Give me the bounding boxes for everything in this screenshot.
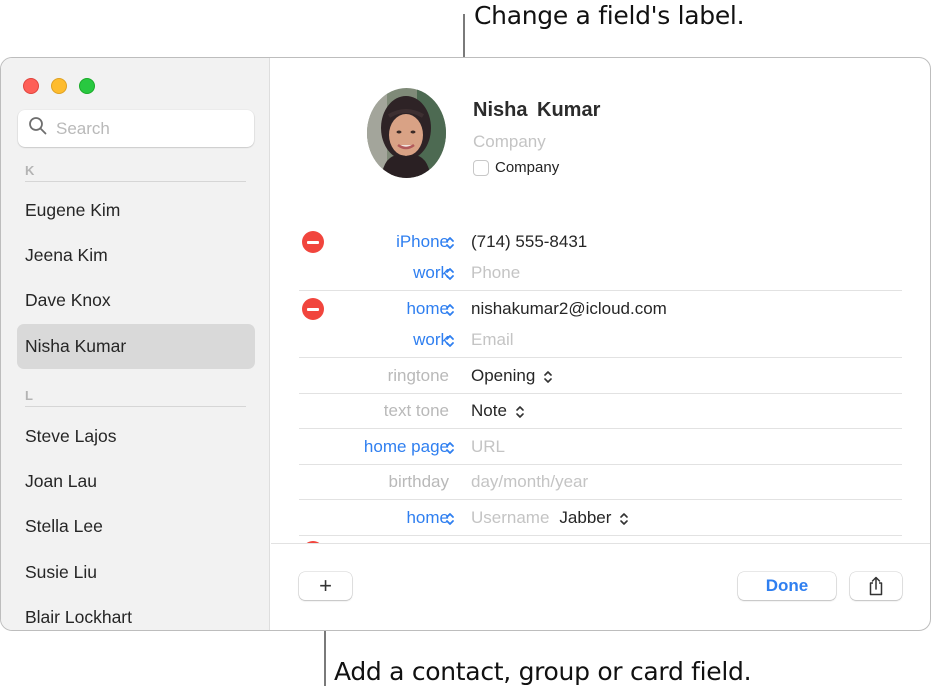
contact-list-item[interactable]: Susie Liu	[17, 550, 255, 595]
field-row-birthday: birthday day/month/year	[299, 466, 902, 499]
share-icon	[869, 576, 883, 596]
contact-card: Nisha Kumar Company Company iPhone (714)…	[271, 58, 930, 630]
callout-change-label: Change a field's label.	[474, 1, 745, 30]
contact-list-item[interactable]: Joan Lau	[17, 459, 255, 504]
divider	[299, 499, 902, 500]
username-input-row: Username Jabber	[471, 508, 629, 528]
divider	[299, 464, 902, 465]
search-field[interactable]	[18, 110, 254, 147]
contact-list-item[interactable]: Dave Knox	[17, 278, 255, 323]
chevron-updown-icon[interactable]	[445, 235, 455, 251]
company-checkbox-label: Company	[495, 159, 560, 176]
field-label-popup[interactable]: home	[406, 508, 449, 528]
callout-add-field: Add a contact, group or card field.	[334, 657, 752, 686]
divider	[299, 393, 902, 394]
company-checkbox-row[interactable]: Company	[473, 159, 559, 176]
field-label-popup[interactable]: home	[406, 299, 449, 319]
field-label-popup[interactable]: work	[413, 330, 449, 350]
share-button[interactable]	[850, 572, 902, 600]
chevron-updown-icon	[544, 370, 553, 383]
company-checkbox[interactable]	[473, 159, 489, 176]
phone-input[interactable]: Phone	[471, 263, 520, 283]
sidebar: K Eugene Kim Jeena Kim Dave Knox Nisha K…	[1, 58, 270, 630]
field-label-popup[interactable]: home page	[364, 437, 449, 457]
chevron-updown-icon[interactable]	[445, 333, 455, 349]
field-row-email: home nishakumar2@icloud.com	[299, 293, 902, 326]
ringtone-popup[interactable]: Opening	[471, 366, 553, 386]
company-field[interactable]: Company	[473, 132, 546, 152]
divider	[299, 535, 902, 536]
contact-name[interactable]: Nisha Kumar	[473, 99, 600, 122]
url-input[interactable]: URL	[471, 437, 505, 457]
chevron-updown-icon	[516, 405, 524, 418]
remove-field-button[interactable]	[302, 231, 324, 253]
search-input[interactable]	[56, 118, 246, 139]
username-input[interactable]: Username	[471, 508, 549, 527]
service-popup[interactable]: Jabber	[559, 508, 629, 527]
zoom-button[interactable]	[79, 78, 95, 94]
email-input[interactable]: Email	[471, 330, 514, 350]
email-value[interactable]: nishakumar2@icloud.com	[471, 299, 667, 319]
field-label: birthday	[388, 472, 449, 491]
done-button[interactable]: Done	[738, 572, 836, 600]
search-icon	[28, 116, 48, 141]
field-row-phone: iPhone (714) 555-8431	[299, 226, 902, 259]
phone-value[interactable]: (714) 555-8431	[471, 232, 587, 252]
footer-divider	[271, 543, 930, 544]
chevron-updown-icon[interactable]	[445, 266, 455, 282]
contacts-window: K Eugene Kim Jeena Kim Dave Knox Nisha K…	[0, 57, 931, 631]
field-row-url: home page URL	[299, 431, 902, 464]
chevron-updown-icon[interactable]	[445, 511, 455, 527]
field-row-instant-message: home Username Jabber	[299, 502, 902, 535]
chevron-updown-icon[interactable]	[445, 440, 455, 456]
contact-list-item[interactable]: Eugene Kim	[17, 188, 255, 233]
section-header-l: L	[25, 388, 246, 407]
contact-list-item-selected[interactable]: Nisha Kumar	[17, 324, 255, 369]
field-row-email: work Email	[299, 324, 902, 357]
field-label: text tone	[383, 401, 449, 420]
text-tone-value: Note	[471, 401, 507, 420]
field-row-ringtone: ringtone Opening	[299, 360, 902, 393]
remove-field-button[interactable]	[302, 298, 324, 320]
chevron-updown-icon[interactable]	[445, 302, 455, 318]
minimize-button[interactable]	[51, 78, 67, 94]
field-row-phone: work Phone	[299, 257, 902, 290]
divider	[299, 357, 902, 358]
chevron-updown-icon	[620, 512, 629, 525]
contact-avatar[interactable]	[367, 88, 446, 178]
divider	[299, 428, 902, 429]
contact-list-item[interactable]: Stella Lee	[17, 504, 255, 549]
contact-list-item[interactable]: Blair Lockhart	[17, 595, 255, 630]
field-label-popup[interactable]: work	[413, 263, 449, 283]
contact-list-item[interactable]: Jeena Kim	[17, 233, 255, 278]
contact-list-item[interactable]: Steve Lajos	[17, 414, 255, 459]
ringtone-value: Opening	[471, 366, 536, 385]
text-tone-popup[interactable]: Note	[471, 401, 525, 421]
service-value: Jabber	[559, 508, 612, 527]
birthday-input[interactable]: day/month/year	[471, 472, 588, 492]
add-field-button[interactable]: +	[299, 572, 352, 600]
section-header-k: K	[25, 163, 246, 182]
close-button[interactable]	[23, 78, 39, 94]
field-label: ringtone	[387, 366, 449, 385]
field-row-text-tone: text tone Note	[299, 395, 902, 428]
field-label-popup[interactable]: iPhone	[396, 232, 449, 252]
divider	[299, 290, 902, 291]
